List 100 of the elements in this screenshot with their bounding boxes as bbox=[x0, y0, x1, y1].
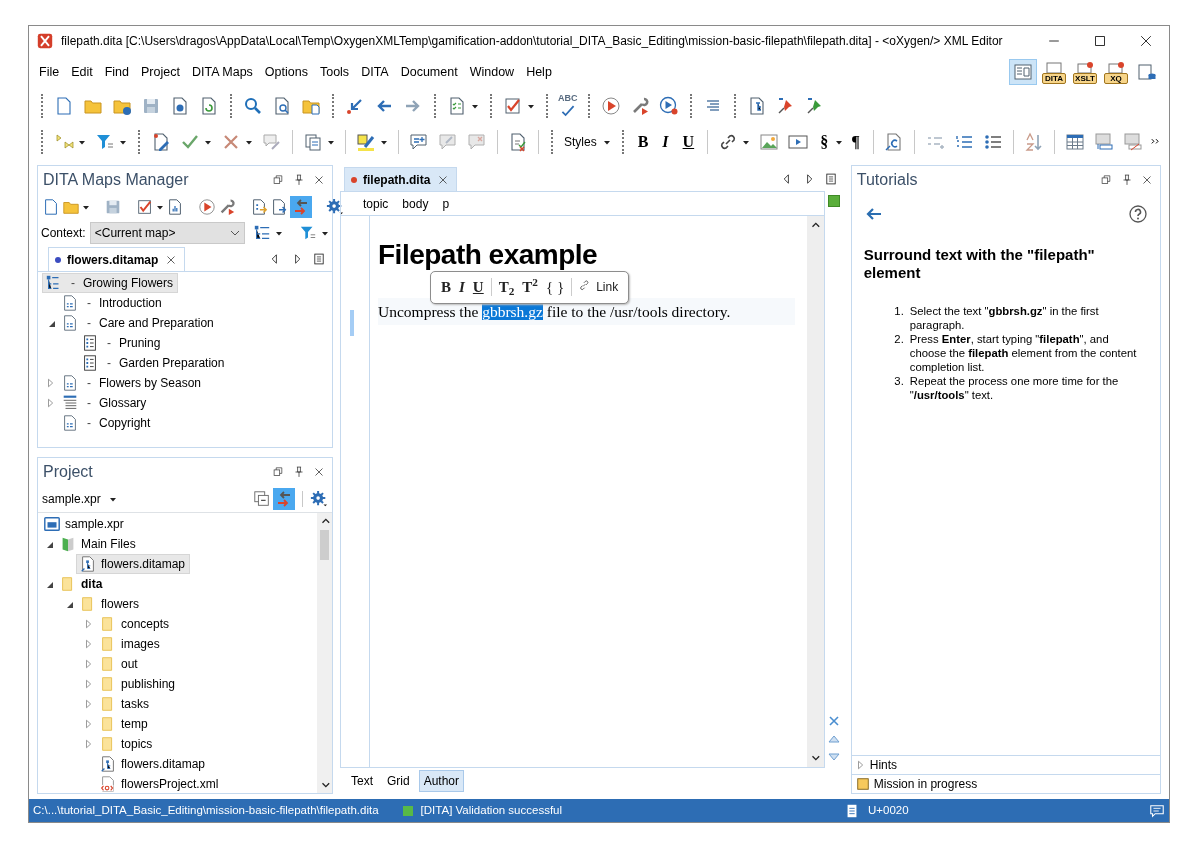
project-dropdown[interactable]: sample.xpr bbox=[42, 490, 117, 509]
content-reference-icon[interactable] bbox=[883, 132, 904, 152]
tree-item[interactable]: - Growing Flowers bbox=[42, 273, 179, 293]
tree-item[interactable]: Main Files bbox=[56, 534, 141, 555]
menu-item[interactable]: Project bbox=[135, 60, 186, 84]
tab-list-icon[interactable] bbox=[823, 172, 838, 186]
image-icon[interactable] bbox=[759, 132, 780, 152]
tree-item[interactable]: images bbox=[96, 634, 165, 655]
dropdown-caret-icon[interactable] bbox=[204, 138, 212, 146]
scroll-down-icon[interactable] bbox=[319, 780, 330, 790]
debugger-window-icon[interactable] bbox=[1075, 60, 1095, 73]
mode-tab[interactable]: Text bbox=[346, 770, 378, 792]
dropdown-caret-icon[interactable] bbox=[742, 138, 751, 146]
dropdown-caret-icon[interactable] bbox=[321, 229, 329, 237]
settings-icon[interactable] bbox=[310, 490, 328, 509]
collapsed-toggle-icon[interactable] bbox=[84, 679, 94, 690]
edit-document-icon[interactable] bbox=[151, 132, 171, 152]
breadcrumb-item[interactable]: topic bbox=[363, 194, 389, 213]
tree-item[interactable]: concepts bbox=[96, 614, 175, 635]
wrench-icon[interactable] bbox=[218, 198, 236, 216]
link-button[interactable]: Link bbox=[575, 278, 623, 297]
dropdown-caret-icon[interactable] bbox=[245, 138, 253, 146]
tree-item[interactable]: sample.xpr bbox=[40, 514, 129, 535]
dropdown-caret-icon[interactable] bbox=[156, 203, 164, 211]
dropdown-caret-icon[interactable] bbox=[835, 138, 844, 146]
tree-item[interactable]: - Pruning bbox=[78, 333, 166, 353]
perspective-button[interactable]: XQ bbox=[1102, 59, 1130, 85]
tree-view-icon[interactable] bbox=[253, 224, 271, 242]
document-tab[interactable]: flowers.ditamap bbox=[48, 247, 186, 271]
tree-item[interactable]: - Introduction bbox=[58, 293, 167, 313]
bold-button[interactable]: B bbox=[630, 130, 656, 154]
table-icon[interactable] bbox=[1064, 132, 1085, 152]
tree-item[interactable]: publishing bbox=[96, 674, 181, 695]
subscript-button[interactable]: T$_{2}$ bbox=[494, 276, 519, 299]
add-comment-icon[interactable] bbox=[409, 132, 429, 152]
tree-item[interactable]: flowers.ditamap bbox=[96, 754, 211, 775]
styles-dropdown[interactable]: Styles bbox=[560, 133, 615, 151]
section-button[interactable]: § bbox=[813, 130, 836, 154]
perspective-button[interactable]: XSLT bbox=[1071, 59, 1099, 85]
find-in-files-icon[interactable] bbox=[272, 96, 292, 116]
video-icon[interactable] bbox=[788, 132, 809, 152]
debugger-window-icon[interactable] bbox=[1106, 60, 1126, 73]
highlight-icon[interactable] bbox=[356, 132, 376, 152]
new-document-icon[interactable] bbox=[42, 198, 60, 216]
insert-row-icon[interactable] bbox=[1093, 132, 1114, 152]
menu-item[interactable]: DITA bbox=[355, 60, 395, 84]
underline-button[interactable]: U bbox=[675, 130, 702, 154]
reload-document-icon[interactable] bbox=[199, 96, 219, 116]
perspective-button[interactable]: DITA bbox=[1040, 59, 1068, 85]
scrollbar-thumb[interactable] bbox=[320, 530, 329, 560]
dropdown-caret-icon[interactable] bbox=[380, 138, 388, 146]
italic-button[interactable]: I bbox=[455, 276, 469, 299]
dropdown-caret-icon[interactable] bbox=[275, 229, 283, 237]
scroll-up-icon[interactable] bbox=[810, 220, 821, 230]
collapsed-toggle-icon[interactable] bbox=[84, 739, 94, 750]
validate-icon[interactable] bbox=[136, 198, 154, 216]
underline-button[interactable]: U bbox=[468, 276, 488, 299]
map-import-icon[interactable] bbox=[270, 198, 288, 216]
tree-item[interactable]: flowers bbox=[76, 594, 144, 615]
validate-icon[interactable] bbox=[503, 96, 523, 116]
scroll-down-icon[interactable] bbox=[810, 753, 821, 763]
scrollbar[interactable] bbox=[806, 216, 824, 767]
scrollbar[interactable] bbox=[317, 513, 332, 793]
menu-item[interactable]: Document bbox=[394, 60, 464, 84]
dropdown-caret-icon[interactable] bbox=[108, 495, 117, 504]
map-export-icon[interactable] bbox=[250, 198, 268, 216]
collapsed-toggle-icon[interactable] bbox=[84, 639, 94, 650]
clear-markers-icon[interactable] bbox=[827, 714, 842, 728]
menu-item[interactable]: Window bbox=[463, 60, 521, 84]
debug-play-icon[interactable] bbox=[658, 96, 679, 116]
report-icon[interactable] bbox=[166, 198, 184, 216]
tree-item[interactable]: - Flowers by Season bbox=[58, 373, 207, 393]
menu-item[interactable]: Help bbox=[520, 60, 558, 84]
menu-item[interactable]: Find bbox=[98, 60, 136, 84]
checklist-icon[interactable] bbox=[447, 96, 467, 116]
context-dropdown[interactable]: <Current map> bbox=[89, 222, 245, 244]
menu-item[interactable]: Options bbox=[258, 60, 314, 84]
tree-item[interactable]: out bbox=[96, 654, 143, 675]
collapsed-toggle-icon[interactable] bbox=[84, 699, 94, 710]
help-icon[interactable] bbox=[1128, 204, 1148, 224]
tree-item[interactable]: - Care and Preparation bbox=[58, 313, 219, 333]
tree-item[interactable]: flowersProject.xml bbox=[96, 774, 224, 793]
collapsed-toggle-icon[interactable] bbox=[855, 760, 866, 770]
breadcrumb-item[interactable]: body bbox=[402, 194, 429, 213]
dropdown-caret-icon[interactable] bbox=[471, 102, 479, 110]
link-with-editor-button[interactable] bbox=[273, 488, 295, 511]
collapsed-toggle-icon[interactable] bbox=[84, 659, 94, 670]
collapse-all-icon[interactable] bbox=[253, 490, 271, 509]
dropdown-caret-icon[interactable] bbox=[82, 203, 90, 211]
maximize-icon[interactable] bbox=[1092, 33, 1108, 49]
bold-button[interactable]: B bbox=[437, 276, 455, 299]
document-tab[interactable]: filepath.dita bbox=[344, 167, 458, 191]
dropdown-caret-icon[interactable] bbox=[602, 138, 611, 146]
dropdown-caret-icon[interactable] bbox=[119, 138, 127, 146]
spell-check-button[interactable]: ABC bbox=[555, 93, 581, 119]
copy-icon[interactable] bbox=[303, 132, 323, 152]
tree-item[interactable]: - Glossary bbox=[58, 393, 152, 413]
breadcrumb-item[interactable]: p bbox=[442, 194, 450, 213]
dropdown-caret-icon[interactable] bbox=[78, 138, 86, 146]
code-button[interactable]: { } bbox=[542, 276, 569, 299]
